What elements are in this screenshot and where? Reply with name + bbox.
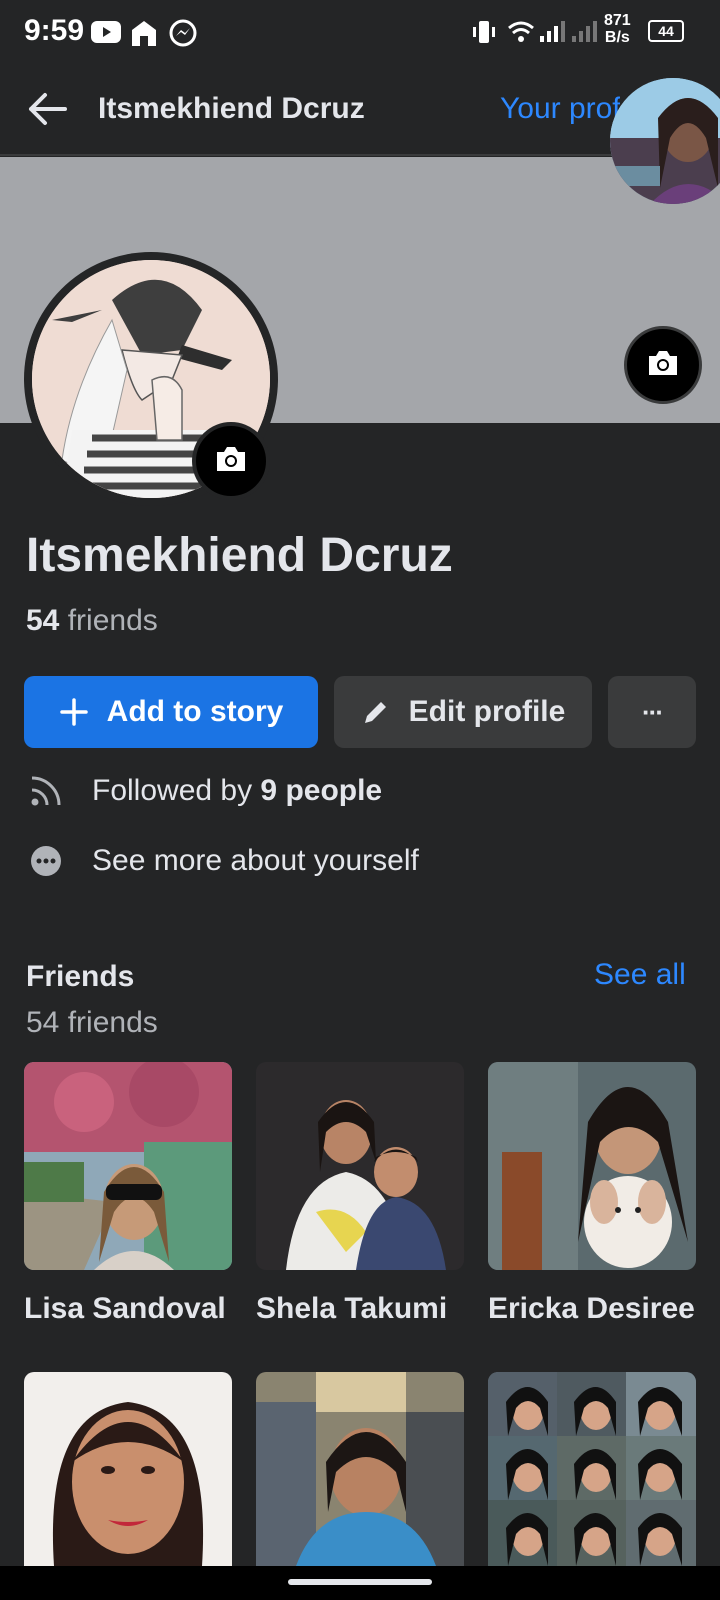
back-button[interactable] bbox=[22, 86, 72, 136]
friend-name[interactable]: Lisa Sandoval bbox=[24, 1292, 232, 1326]
followers-row[interactable]: Followed by 9 people bbox=[26, 766, 382, 816]
net-speed-value: 871 bbox=[604, 12, 631, 29]
friends-count[interactable]: 54 friends bbox=[26, 604, 158, 638]
rss-icon bbox=[26, 771, 66, 811]
friend-photo[interactable] bbox=[488, 1372, 696, 1566]
followed-by-count: 9 people bbox=[260, 774, 383, 807]
net-speed: 871 B/s bbox=[604, 12, 631, 46]
friend-photo[interactable] bbox=[24, 1372, 232, 1566]
friends-count-label: friends bbox=[67, 604, 158, 637]
battery-level: 44 bbox=[658, 23, 674, 39]
friends-count-number: 54 bbox=[26, 604, 60, 637]
edit-profile-label: Edit profile bbox=[408, 695, 566, 728]
see-more-about-label: See more about yourself bbox=[92, 844, 419, 877]
friend-card[interactable] bbox=[24, 1372, 232, 1566]
see-more-about-row[interactable]: See more about yourself bbox=[26, 836, 419, 886]
friend-card[interactable] bbox=[256, 1372, 464, 1566]
ellipsis-icon: ··· bbox=[642, 696, 664, 727]
friend-card[interactable]: Shela Takumi bbox=[256, 1062, 464, 1326]
friend-name[interactable]: Shela Takumi bbox=[256, 1292, 464, 1326]
friend-card[interactable]: Ericka Desiree bbox=[488, 1062, 696, 1326]
battery-icon: 44 bbox=[648, 20, 684, 42]
friend-photo[interactable] bbox=[256, 1372, 464, 1566]
home-gesture-handle[interactable] bbox=[288, 1579, 432, 1585]
youtube-icon bbox=[90, 18, 122, 51]
camera-icon bbox=[214, 444, 248, 479]
followed-by-prefix: Followed by bbox=[92, 774, 253, 807]
header-title: Itsmekhiend Dcruz bbox=[98, 92, 365, 125]
pencil-icon bbox=[361, 697, 391, 727]
more-circle-icon bbox=[26, 841, 66, 881]
plus-icon bbox=[59, 697, 89, 727]
your-profile-link[interactable]: Your profile bbox=[500, 92, 620, 126]
camera-icon bbox=[646, 348, 680, 383]
more-options-button[interactable]: ··· bbox=[608, 676, 696, 748]
net-speed-unit: B/s bbox=[604, 29, 630, 46]
friends-section-title: Friends bbox=[26, 960, 135, 993]
friend-name[interactable]: Ericka Desiree bbox=[488, 1292, 696, 1326]
messenger-icon bbox=[168, 18, 198, 53]
add-to-story-label: Add to story bbox=[106, 695, 284, 728]
edit-cover-button[interactable] bbox=[624, 326, 702, 404]
signal-icon bbox=[540, 18, 600, 49]
arrow-left-icon bbox=[27, 92, 67, 131]
profile-name: Itsmekhiend Dcruz bbox=[26, 529, 453, 582]
see-all-friends-link[interactable]: See all bbox=[594, 958, 686, 992]
add-to-story-button[interactable]: Add to story bbox=[24, 676, 318, 748]
home-icon bbox=[128, 18, 160, 53]
vibrate-icon bbox=[470, 18, 498, 51]
wifi-icon bbox=[508, 20, 534, 49]
edit-profile-picture-button[interactable] bbox=[192, 422, 270, 500]
friend-card[interactable]: Lisa Sandoval bbox=[24, 1062, 232, 1326]
friend-photo[interactable] bbox=[256, 1062, 464, 1270]
edit-profile-button[interactable]: Edit profile bbox=[334, 676, 592, 748]
status-bar: 9:59 871 B/s 44 bbox=[0, 0, 720, 68]
status-time: 9:59 bbox=[24, 14, 85, 47]
friend-photo[interactable] bbox=[24, 1062, 232, 1270]
friend-card[interactable] bbox=[488, 1372, 696, 1566]
friend-photo[interactable] bbox=[488, 1062, 696, 1270]
friends-section-subtitle: 54 friends bbox=[26, 1006, 158, 1039]
system-nav-bar bbox=[0, 1566, 720, 1600]
